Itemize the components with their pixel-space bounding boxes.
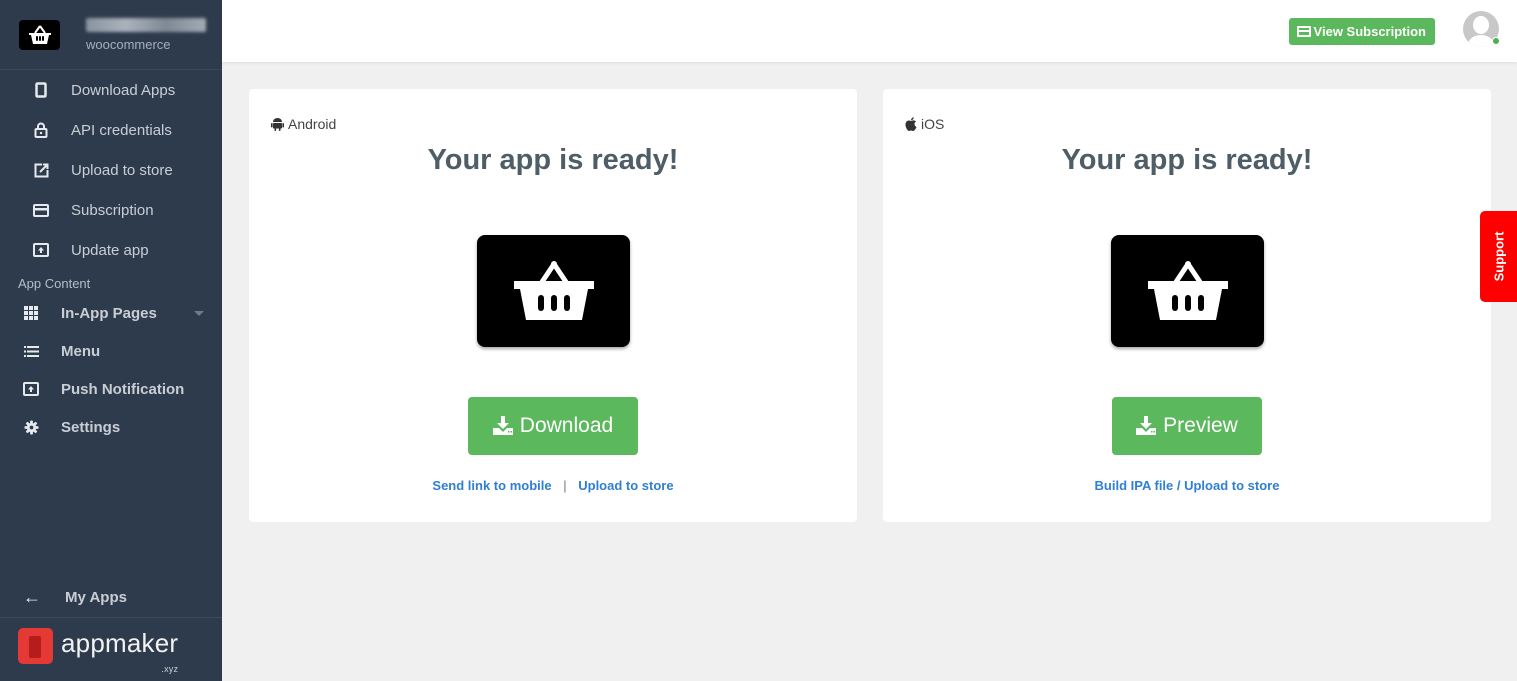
upload-box-icon xyxy=(23,381,39,397)
basket-icon xyxy=(1147,261,1228,320)
chevron-down-icon[interactable] xyxy=(194,310,204,316)
app-icon xyxy=(1111,235,1264,347)
view-subscription-button[interactable]: View Subscription xyxy=(1288,18,1435,45)
basket-icon xyxy=(513,261,594,320)
sidebar-item-api-credentials[interactable]: API credentials xyxy=(0,110,222,150)
gear-icon xyxy=(23,419,39,435)
appmaker-logo-mark xyxy=(18,628,53,664)
build-ipa-upload-link[interactable]: Build IPA file / Upload to store xyxy=(1095,478,1280,493)
app-icon xyxy=(477,235,630,347)
basket-icon xyxy=(28,24,51,44)
download-icon xyxy=(1136,416,1157,435)
arrow-left-icon: ← xyxy=(23,587,41,607)
android-links: Send link to mobile | Upload to store xyxy=(249,478,857,493)
link-separator: | xyxy=(563,478,567,493)
appmaker-logo[interactable]: appmaker .xyz xyxy=(18,628,178,674)
sidebar-item-upload-to-store[interactable]: Upload to store xyxy=(0,150,222,190)
android-icon xyxy=(271,118,284,131)
my-apps-link[interactable]: ← My Apps xyxy=(0,578,222,618)
apple-icon xyxy=(905,117,917,131)
download-icon xyxy=(492,416,513,435)
app-logo xyxy=(19,19,60,50)
preview-button[interactable]: Preview xyxy=(1112,397,1262,455)
online-status-dot xyxy=(1492,37,1500,45)
android-card: Android Your app is ready! Download Send… xyxy=(249,89,857,522)
sidebar-item-label: Update app xyxy=(71,241,149,259)
credit-card-icon xyxy=(33,202,49,218)
support-tab[interactable]: Support xyxy=(1480,211,1517,302)
support-label: Support xyxy=(1491,231,1507,282)
app-name-blurred xyxy=(86,17,206,32)
view-subscription-label: View Subscription xyxy=(1313,24,1426,39)
sidebar-group-app-content: App Content xyxy=(18,275,91,291)
ios-links: Build IPA file / Upload to store xyxy=(883,478,1491,493)
sidebar-item-menu[interactable]: Menu xyxy=(0,332,222,370)
sidebar-item-push-notification[interactable]: Push Notification xyxy=(0,370,222,408)
sidebar-item-label: Subscription xyxy=(71,201,154,219)
sidebar-item-label: Menu xyxy=(61,342,101,360)
platform-name: iOS xyxy=(921,116,945,132)
platform-name: Android xyxy=(288,116,337,132)
sidebar-item-label: In-App Pages xyxy=(61,304,157,322)
external-link-icon xyxy=(33,162,49,178)
card-title: Your app is ready! xyxy=(1061,144,1313,176)
preview-label: Preview xyxy=(1163,414,1238,437)
sidebar-item-in-app-pages[interactable]: In-App Pages xyxy=(0,294,222,332)
my-apps-label: My Apps xyxy=(65,589,127,606)
download-button[interactable]: Download xyxy=(468,397,638,455)
sidebar-item-label: Push Notification xyxy=(61,380,185,398)
sidebar-item-label: Upload to store xyxy=(71,161,173,179)
upload-box-icon xyxy=(33,242,49,258)
sidebar-item-label: Download Apps xyxy=(71,81,176,99)
grid-icon xyxy=(23,305,39,321)
send-link-to-mobile-link[interactable]: Send link to mobile xyxy=(432,478,551,493)
sidebar-item-settings[interactable]: Settings xyxy=(0,408,222,446)
lock-icon xyxy=(33,122,49,138)
sidebar: woocommerce Download Apps API credential… xyxy=(0,0,222,681)
top-header: View Subscription xyxy=(222,0,1517,62)
app-platform-label: woocommerce xyxy=(86,36,171,52)
credit-card-icon xyxy=(1296,26,1311,37)
sidebar-item-download-apps[interactable]: Download Apps xyxy=(0,70,222,110)
sidebar-item-subscription[interactable]: Subscription xyxy=(0,190,222,230)
sidebar-item-update-app[interactable]: Update app xyxy=(0,230,222,270)
appmaker-suffix: .xyz xyxy=(161,664,179,674)
card-title: Your app is ready! xyxy=(427,144,679,176)
ios-card: iOS Your app is ready! Preview Build IPA… xyxy=(883,89,1491,522)
avatar-body xyxy=(1468,35,1494,47)
platform-label: Android xyxy=(271,116,336,132)
sidebar-item-label: Settings xyxy=(61,418,121,436)
list-icon xyxy=(23,343,39,359)
mobile-icon xyxy=(33,82,49,98)
avatar-head xyxy=(1473,16,1489,34)
platform-label: iOS xyxy=(905,116,944,132)
download-label: Download xyxy=(519,414,614,437)
sidebar-item-label: API credentials xyxy=(71,121,172,139)
upload-to-store-link[interactable]: Upload to store xyxy=(578,478,673,493)
app-brand[interactable]: woocommerce xyxy=(0,0,222,70)
